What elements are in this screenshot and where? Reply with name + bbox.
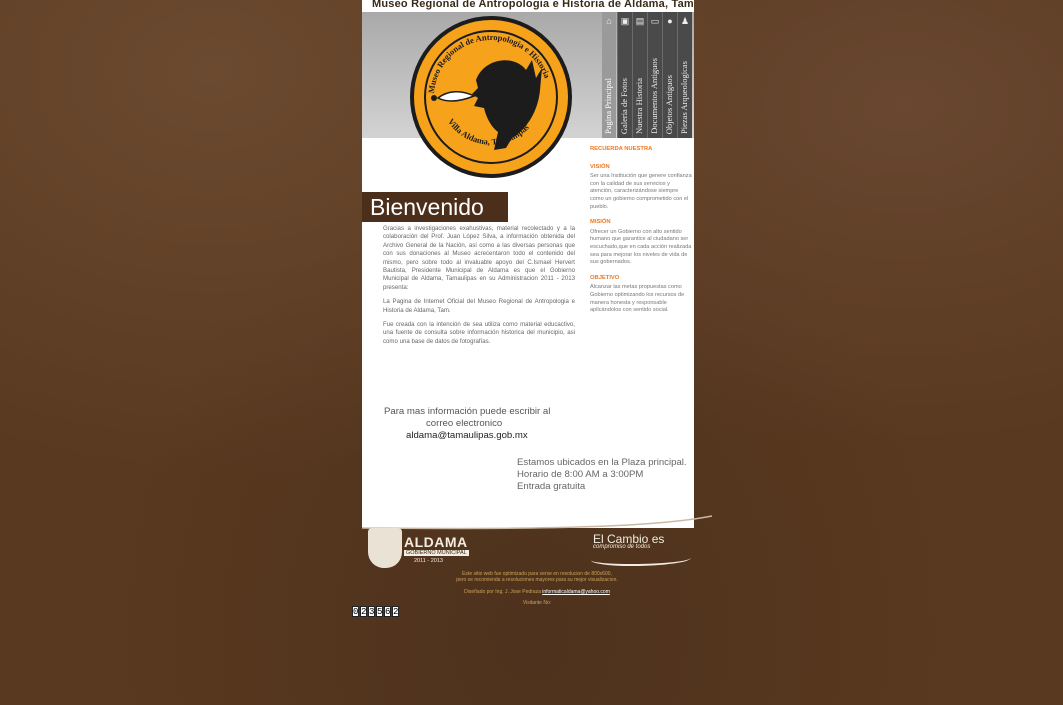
intro-paragraph: Gracias a investigaciones exahustivas, m…: [383, 225, 575, 291]
contact-line: Para mas información puede escribir al: [384, 406, 551, 417]
nav-label: Documentos Antiguos: [649, 58, 659, 134]
counter-digit: 0: [352, 606, 359, 617]
nav-label: Objetos Antiguos: [664, 74, 674, 134]
intro-text: Gracias a investigaciones exahustivas, m…: [383, 225, 575, 352]
intro-paragraph: La Pagina de Internet Oficial del Museo …: [383, 298, 575, 314]
book-icon: ▤: [635, 16, 645, 26]
visitor-counter: 0 2 3 5 6 2: [352, 606, 400, 617]
el-cambio-logo: El Cambio es compromiso de todos: [591, 530, 701, 570]
intro-paragraph: Fue creada con la intención de sea utili…: [383, 321, 575, 345]
location-line: Estamos ubicados en la Plaza principal.: [517, 457, 687, 468]
counter-digit: 2: [392, 606, 399, 617]
aldama-logo: ALDAMA GOBIERNO MUNICIPAL 2011 - 2013: [368, 528, 469, 570]
designer-label: Diseñado por Ing. J. Jose Pedraza: [464, 589, 541, 595]
mission-title: MISIÓN: [590, 219, 611, 226]
counter-digit: 2: [360, 606, 367, 617]
hours-line: Horario de 8:00 AM a 3:00PM: [517, 469, 644, 480]
page-bottom-curve: [362, 508, 712, 530]
camera-icon: ▣: [620, 16, 630, 26]
nav-item-piezas-arqueologicas[interactable]: ♟ Piezas Arqueologicas: [677, 12, 692, 138]
nav-label: Nuestra Historia: [634, 78, 644, 134]
counter-digit: 6: [384, 606, 391, 617]
mission-text: Ofrecer un Gobierno con alto sentido hum…: [590, 228, 692, 266]
nav-item-nuestra-historia[interactable]: ▤ Nuestra Historia: [632, 12, 647, 138]
figure-icon: ♟: [680, 16, 690, 26]
designer-credit: Diseñado por Ing. J. Jose Pedraza inform…: [362, 589, 712, 595]
resolution-note-line: pero se recomienda a resoluciones mayore…: [456, 577, 618, 583]
document-icon: ▭: [650, 16, 660, 26]
site-title: Museo Regional de Antropologia e Histori…: [372, 0, 694, 10]
aldama-logo-title: ALDAMA: [404, 534, 468, 550]
nav-label: Piezas Arqueologicas: [679, 61, 689, 134]
nav-item-galeria-de-fotos[interactable]: ▣ Galeria de Fotos: [617, 12, 632, 138]
counter-digit: 5: [376, 606, 383, 617]
nav-label: Galeria de Fotos: [619, 77, 629, 134]
contact-email[interactable]: aldama@tamaulipas.gob.mx: [384, 430, 564, 442]
site-title-bar: Museo Regional de Antropologia e Histori…: [362, 0, 694, 12]
designer-email-link[interactable]: informaticaldama@yahoo.com: [542, 589, 610, 595]
welcome-heading-box: Bienvenido: [362, 192, 508, 222]
main-nav: ⌂ Pagina Principal ▣ Galeria de Fotos ▤ …: [602, 12, 694, 138]
museum-logo: Museo Regional de Antropologia e Histori…: [410, 16, 572, 178]
cambio-swoosh: [591, 552, 691, 566]
pot-icon: ●: [667, 16, 673, 26]
aldama-shield-icon: [368, 528, 402, 568]
logo-emblem: Museo Regional de Antropologia e Histori…: [426, 32, 553, 150]
objective-text: Alcanzar las metas propuestas como Gobie…: [590, 284, 685, 314]
visitor-label-row: Visitante No:: [362, 600, 712, 606]
nav-label: Pagina Principal: [603, 78, 613, 134]
nav-item-objetos-antiguos[interactable]: ● Objetos Antiguos: [662, 12, 677, 138]
nav-item-documentos-antiguos[interactable]: ▭ Documentos Antiguos: [647, 12, 662, 138]
counter-digit: 3: [368, 606, 375, 617]
sidebar-heading: RECUERDA NUESTRA: [590, 146, 653, 152]
vision-text: Ser una Institución que genere confianza…: [590, 173, 692, 210]
aldama-logo-subtitle: GOBIERNO MUNICIPAL: [404, 550, 469, 556]
visitor-label: Visitante No:: [522, 600, 552, 606]
contact-line: correo electronico: [426, 418, 503, 429]
cambio-subtitle: compromiso de todos: [593, 544, 651, 550]
contact-info: Para mas información puede escribir al c…: [384, 406, 564, 442]
entry-line: Entrada gratuita: [517, 481, 586, 492]
welcome-heading: Bienvenido: [370, 194, 484, 220]
objective-title: OBJETIVO: [590, 274, 620, 281]
aldama-logo-years: 2011 - 2013: [414, 558, 443, 564]
vision-title: VISIÓN: [590, 163, 610, 170]
nav-item-pagina-principal[interactable]: ⌂ Pagina Principal: [602, 12, 616, 138]
values-sidebar: RECUERDA NUESTRA VISIÓN Ser una Instituc…: [590, 146, 692, 323]
location-info: Estamos ubicados en la Plaza principal. …: [517, 457, 687, 493]
home-icon: ⌂: [606, 16, 612, 26]
resolution-note: Este sitio web fue optimizado para verse…: [362, 571, 712, 583]
